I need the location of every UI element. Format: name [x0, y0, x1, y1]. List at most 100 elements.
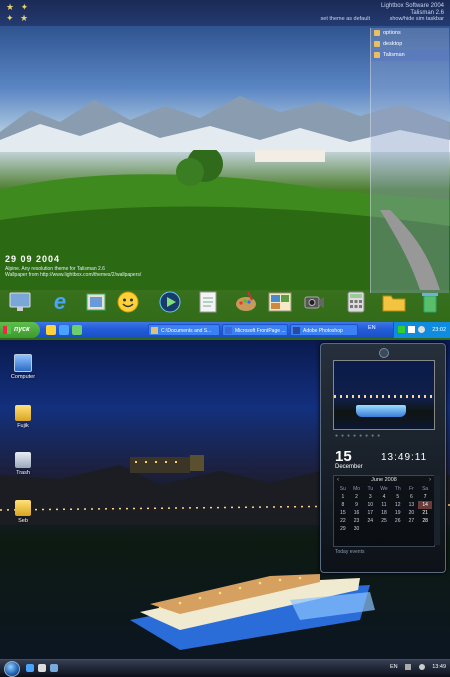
language-indicator[interactable]: EN — [390, 664, 398, 670]
calendar-day[interactable]: 2 — [350, 493, 364, 501]
talisman-side-panel: options desktop Talisman — [370, 28, 449, 293]
calendar-day[interactable]: 6 — [405, 493, 419, 501]
calendar-weekday: Tu — [367, 486, 374, 492]
internet-explorer-icon[interactable]: e — [46, 288, 74, 316]
calendar-day[interactable]: 30 — [350, 525, 364, 533]
media-player-icon[interactable] — [156, 288, 184, 316]
recycle-bin-icon — [15, 452, 31, 468]
task-label: Microsoft FrontPage ... — [235, 328, 286, 334]
calendar-day[interactable]: 17 — [363, 509, 377, 517]
calendar-weekday: Sa — [422, 486, 429, 492]
side-panel-desktop[interactable]: desktop — [371, 39, 449, 50]
calendar-day[interactable]: 12 — [391, 501, 405, 509]
folder-icon — [374, 52, 380, 58]
calendar-scrollbar[interactable] — [434, 475, 440, 545]
calculator-icon[interactable] — [342, 288, 370, 316]
desktop-icon-trash[interactable]: Trash — [6, 452, 40, 476]
calendar-header: ‹ June 2008 › — [334, 476, 434, 485]
folder-icon[interactable] — [380, 288, 408, 316]
calendar-day[interactable]: 23 — [350, 517, 364, 525]
desktop-icon-computer[interactable]: Computer — [6, 354, 40, 380]
start-button-label: пуск — [14, 326, 30, 333]
brand-links: set theme as default show/hide sim taskb… — [303, 16, 444, 22]
brand-info: Lightbox Software 2004 Talisman 2.6 — [381, 3, 444, 17]
calendar-day[interactable]: 21 — [418, 509, 432, 517]
vista-taskbar: EN 13:49 — [0, 659, 450, 677]
tray-icon[interactable] — [398, 326, 405, 333]
calendar-day[interactable]: 14 — [418, 501, 432, 509]
photo-calendar-gadget[interactable]: ●●●●●●●● 15 December 13:49:11 ‹ June 200… — [320, 343, 446, 573]
calendar-weekday: We — [380, 486, 388, 492]
calendar-day[interactable]: 5 — [391, 493, 405, 501]
set-default-theme-link[interactable]: set theme as default — [321, 16, 371, 22]
calendar-day[interactable]: 28 — [418, 517, 432, 525]
calendar-day[interactable]: 22 — [336, 517, 350, 525]
desktop-icon-seb[interactable]: Seb — [6, 500, 40, 524]
side-panel-options[interactable]: options — [371, 28, 449, 39]
mail-stamp-icon[interactable] — [82, 288, 110, 316]
quick-launch-icon[interactable] — [72, 325, 82, 335]
start-button[interactable]: пуск — [0, 322, 40, 338]
calendar-day[interactable]: 25 — [377, 517, 391, 525]
calendar-day[interactable]: 11 — [377, 501, 391, 509]
calendar-day[interactable]: 26 — [391, 517, 405, 525]
recycle-bin-icon[interactable] — [416, 288, 444, 316]
notepad-icon[interactable] — [194, 288, 222, 316]
calendar-day[interactable]: 9 — [350, 501, 364, 509]
desktop-icon-label: Fujik — [17, 423, 29, 429]
calendar-day[interactable]: 20 — [405, 509, 419, 517]
gadget-day: 15 — [335, 448, 352, 465]
monitor-icon[interactable] — [6, 288, 34, 316]
calendar-day[interactable]: 3 — [363, 493, 377, 501]
side-panel-talisman[interactable]: Talisman — [371, 50, 449, 61]
language-indicator[interactable]: EN — [368, 325, 376, 331]
quick-launch-icon[interactable] — [38, 664, 46, 672]
calendar-day[interactable]: 13 — [405, 501, 419, 509]
volume-icon[interactable] — [418, 326, 425, 333]
taskbar-task[interactable]: C:\Documents and S... — [148, 324, 220, 336]
quick-launch-icon[interactable] — [26, 664, 34, 672]
city-lights — [334, 395, 434, 398]
calendar-day[interactable]: 24 — [363, 517, 377, 525]
toggle-sim-taskbar-link[interactable]: show/hide sim taskbar — [390, 16, 444, 22]
photo-album-icon[interactable] — [266, 288, 294, 316]
volume-icon[interactable] — [418, 664, 425, 670]
vista-system-tray: EN 13:49 — [384, 664, 446, 670]
calendar-day[interactable]: 16 — [350, 509, 364, 517]
taskbar-task[interactable]: Microsoft FrontPage ... — [222, 324, 288, 336]
calendar-weekday: Fr — [409, 486, 414, 492]
calendar-day[interactable]: 18 — [377, 509, 391, 517]
quick-launch-icon[interactable] — [50, 664, 58, 672]
calendar-day[interactable]: 8 — [336, 501, 350, 509]
windows-flag-icon — [3, 326, 11, 334]
start-orb[interactable] — [4, 661, 20, 677]
quick-launch-icon[interactable] — [46, 325, 56, 335]
prev-month-icon[interactable]: ‹ — [337, 476, 339, 485]
calendar-day[interactable]: 7 — [418, 493, 432, 501]
smiley-messenger-icon[interactable] — [114, 288, 142, 316]
gadget-pager-dots[interactable]: ●●●●●●●● — [335, 433, 383, 439]
tray-icon[interactable] — [408, 326, 415, 333]
calendar-day[interactable]: 15 — [336, 509, 350, 517]
calendar-day[interactable]: 29 — [336, 525, 350, 533]
calendar-day[interactable]: 4 — [377, 493, 391, 501]
next-month-icon[interactable]: › — [429, 476, 431, 485]
video-camera-icon[interactable] — [300, 288, 328, 316]
folder-icon — [374, 30, 380, 36]
paint-palette-icon[interactable] — [232, 288, 260, 316]
desktop-icon-fujik[interactable]: Fujik — [6, 405, 40, 429]
network-icon[interactable] — [405, 664, 412, 670]
calendar-day[interactable]: 27 — [405, 517, 419, 525]
calendar-weekday: Su — [339, 486, 346, 492]
calendar-day[interactable]: 19 — [391, 509, 405, 517]
frontpage-icon — [225, 327, 232, 334]
side-item-label: options — [383, 30, 401, 36]
stars-logo-icon: ★ ✦ ✦ ★ — [6, 2, 31, 23]
gadget-handle-icon[interactable] — [379, 348, 389, 358]
tray-clock[interactable]: 23:02 — [432, 322, 446, 338]
calendar-day[interactable]: 10 — [363, 501, 377, 509]
tray-clock[interactable]: 13:49 — [432, 664, 446, 670]
quick-launch-icon[interactable] — [59, 325, 69, 335]
taskbar-task[interactable]: Adobe Photoshop — [290, 324, 358, 336]
calendar-day[interactable]: 1 — [336, 493, 350, 501]
